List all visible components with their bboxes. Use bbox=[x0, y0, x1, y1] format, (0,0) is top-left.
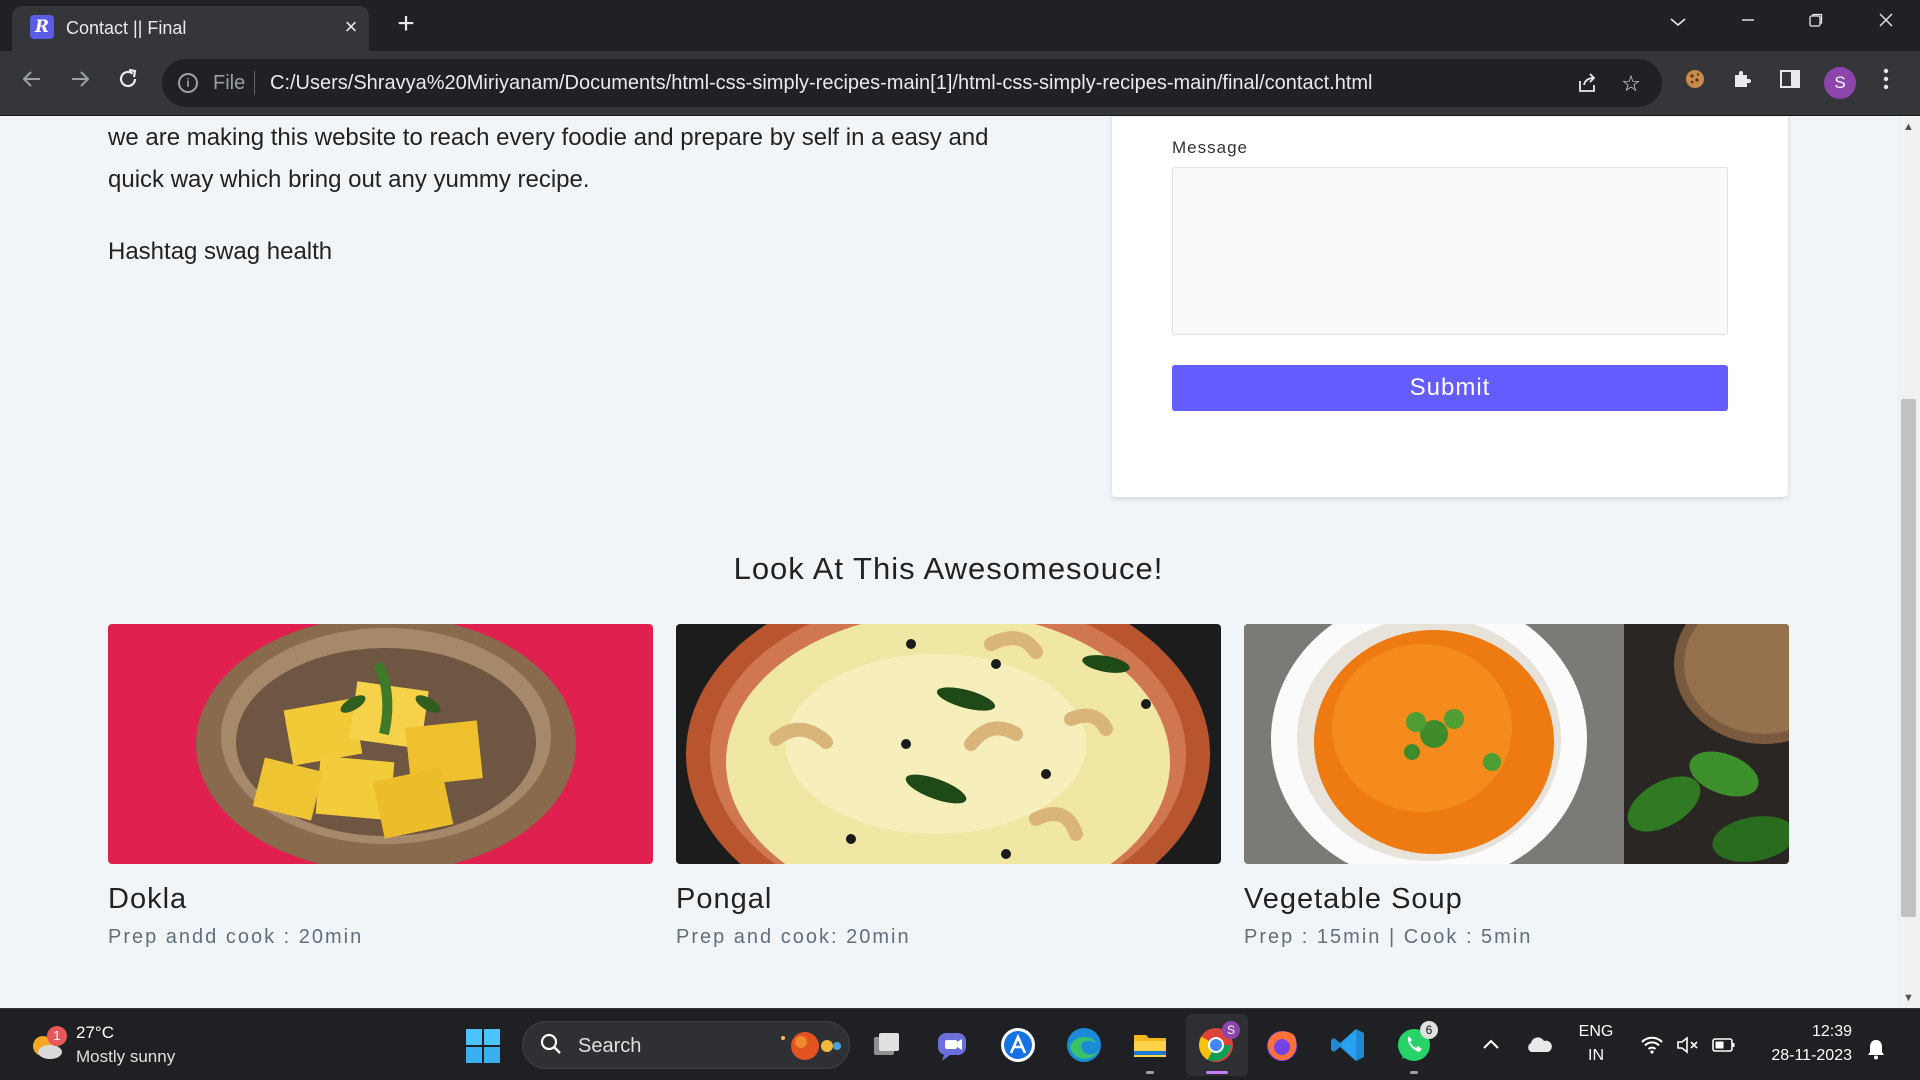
search-label: Search bbox=[578, 1035, 642, 1057]
battery-icon[interactable] bbox=[1712, 1037, 1736, 1053]
menu-icon[interactable] bbox=[1870, 67, 1902, 99]
message-textarea[interactable] bbox=[1172, 167, 1728, 335]
browser-title-bar: R Contact || Final × + bbox=[0, 0, 1920, 51]
file-explorer-icon[interactable] bbox=[1130, 1025, 1170, 1065]
weather-badge: 1 bbox=[47, 1026, 67, 1046]
page-scrollbar[interactable]: ▲ ▼ bbox=[1897, 117, 1920, 1008]
windows-taskbar: 1 27°C Mostly sunny Search S 6 ENG IN 12… bbox=[0, 1008, 1920, 1080]
region-indicator[interactable]: IN bbox=[1574, 1047, 1618, 1065]
notification-bell-icon[interactable] bbox=[1866, 1038, 1886, 1060]
windows-start-icon[interactable] bbox=[465, 1028, 501, 1064]
firefox-browser-icon[interactable] bbox=[1262, 1025, 1302, 1065]
recipe-title[interactable]: Dokla bbox=[108, 883, 653, 916]
tab-close-icon[interactable]: × bbox=[338, 14, 364, 40]
extensions-icon[interactable] bbox=[1727, 67, 1759, 99]
onedrive-cloud-icon[interactable] bbox=[1525, 1036, 1553, 1054]
scroll-down-arrow-icon[interactable]: ▼ bbox=[1897, 988, 1920, 1008]
star-icon[interactable]: ☆ bbox=[1618, 71, 1644, 97]
featured-section-title: Look At This Awesomesouce! bbox=[733, 551, 1164, 586]
search-highlight-icon bbox=[781, 1032, 841, 1060]
cookie-icon[interactable] bbox=[1679, 67, 1711, 99]
language-indicator[interactable]: ENG bbox=[1574, 1023, 1618, 1041]
submit-button[interactable]: Submit bbox=[1172, 365, 1728, 411]
vegetable-soup-image[interactable] bbox=[1244, 624, 1789, 864]
clock-time[interactable]: 12:39 bbox=[1752, 1023, 1852, 1041]
explorer-running-indicator bbox=[1146, 1071, 1154, 1074]
message-label: Message bbox=[1172, 138, 1248, 157]
edge-browser-icon[interactable] bbox=[1064, 1025, 1104, 1065]
recipe-title[interactable]: Pongal bbox=[676, 883, 1221, 916]
browser-toolbar: i File C:/Users/Shravya%20Miriyanam/Docu… bbox=[0, 51, 1920, 116]
app-store-icon[interactable] bbox=[998, 1025, 1038, 1065]
contact-form: Message Submit bbox=[1112, 117, 1788, 497]
show-hidden-icons-chevron-icon[interactable] bbox=[1482, 1037, 1500, 1051]
site-favicon-icon: R bbox=[30, 15, 54, 39]
tab-title: Contact || Final bbox=[66, 18, 187, 38]
side-panel-icon[interactable] bbox=[1774, 67, 1806, 99]
recipe-meta: Prep and cook: 20min bbox=[676, 926, 911, 948]
forward-icon[interactable] bbox=[64, 67, 96, 99]
page-viewport: we are making this website to reach ever… bbox=[0, 117, 1897, 1008]
address-divider bbox=[254, 71, 255, 95]
recipe-meta: Prep andd cook : 20min bbox=[108, 926, 364, 948]
taskbar-search[interactable]: Search bbox=[522, 1021, 850, 1069]
profile-avatar[interactable]: S bbox=[1824, 67, 1856, 99]
whatsapp-notification-badge: 6 bbox=[1420, 1021, 1438, 1039]
recipe-title[interactable]: Vegetable Soup bbox=[1244, 883, 1789, 916]
whatsapp-running-indicator bbox=[1410, 1071, 1418, 1074]
new-tab-icon[interactable]: + bbox=[392, 9, 420, 39]
info-icon[interactable]: i bbox=[178, 73, 198, 93]
recipe-meta: Prep : 15min | Cook : 5min bbox=[1244, 926, 1533, 948]
scroll-up-arrow-icon[interactable]: ▲ bbox=[1897, 117, 1920, 137]
chrome-profile-badge: S bbox=[1222, 1021, 1240, 1039]
share-icon[interactable] bbox=[1574, 71, 1600, 97]
teams-chat-icon[interactable] bbox=[932, 1025, 972, 1065]
wifi-icon[interactable] bbox=[1640, 1035, 1664, 1055]
reload-icon[interactable] bbox=[112, 67, 144, 99]
about-section: we are making this website to reach ever… bbox=[108, 117, 1008, 303]
volume-muted-icon[interactable] bbox=[1676, 1036, 1700, 1054]
about-paragraph: we are making this website to reach ever… bbox=[108, 124, 989, 193]
weather-temperature[interactable]: 27°C bbox=[76, 1023, 114, 1043]
back-icon[interactable] bbox=[16, 67, 48, 99]
recipe-card-vegetable-soup[interactable]: Vegetable Soup Prep : 15min | Cook : 5mi… bbox=[1244, 624, 1789, 949]
weather-condition[interactable]: Mostly sunny bbox=[76, 1047, 175, 1067]
search-icon bbox=[539, 1032, 565, 1058]
recipe-card-pongal[interactable]: Pongal Prep and cook: 20min bbox=[676, 624, 1221, 949]
dokla-image[interactable] bbox=[108, 624, 653, 864]
restore-icon[interactable] bbox=[1798, 8, 1834, 36]
recipe-card-dokla[interactable]: Dokla Prep andd cook : 20min bbox=[108, 624, 653, 949]
clock-date[interactable]: 28-11-2023 bbox=[1752, 1047, 1852, 1065]
pongal-image[interactable] bbox=[676, 624, 1221, 864]
browser-tab-active[interactable]: R Contact || Final × bbox=[12, 6, 369, 51]
scroll-thumb[interactable] bbox=[1901, 399, 1916, 917]
task-view-icon[interactable] bbox=[866, 1025, 906, 1065]
file-scheme-label: File bbox=[213, 72, 246, 94]
chrome-running-indicator bbox=[1206, 1071, 1228, 1074]
minimize-icon[interactable] bbox=[1730, 8, 1766, 36]
address-bar[interactable]: i File C:/Users/Shravya%20Miriyanam/Docu… bbox=[162, 59, 1662, 107]
about-hashtag: Hashtag swag health bbox=[108, 238, 333, 265]
close-window-icon[interactable] bbox=[1868, 8, 1904, 36]
vscode-icon[interactable] bbox=[1328, 1025, 1368, 1065]
tab-search-icon[interactable] bbox=[1660, 8, 1696, 36]
url-text[interactable]: C:/Users/Shravya%20Miriyanam/Documents/h… bbox=[270, 72, 1373, 95]
